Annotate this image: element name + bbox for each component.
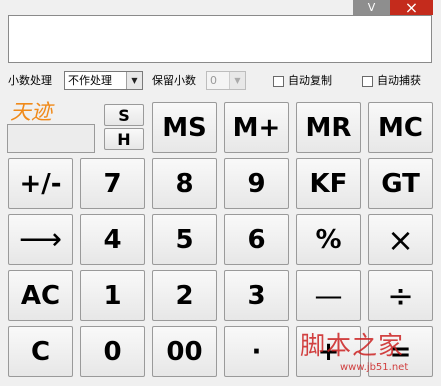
s-button[interactable]: S — [104, 104, 144, 126]
double-zero-button[interactable]: 00 — [152, 326, 217, 377]
digit-4-button[interactable]: 4 — [80, 214, 145, 265]
watermark-logo: 脚本之家 — [300, 331, 405, 360]
result-display[interactable] — [8, 15, 432, 63]
auto-copy-label: 自动复制 — [288, 74, 332, 87]
memory-clear-button[interactable]: MC — [368, 102, 433, 153]
memory-store-button[interactable]: MS — [152, 102, 217, 153]
backspace-button[interactable]: ⟶ — [8, 214, 73, 265]
grand-total-button[interactable]: GT — [368, 158, 433, 209]
keep-decimals-value: 0 — [210, 74, 217, 87]
digit-2-button[interactable]: 2 — [152, 270, 217, 321]
sign-toggle-button[interactable]: +/- — [8, 158, 73, 209]
arrow-right-icon: ⟶ — [18, 222, 62, 257]
percent-button[interactable]: % — [296, 214, 361, 265]
keep-decimals-label: 保留小数 — [152, 74, 196, 87]
minus-icon: — — [314, 279, 343, 312]
memory-display — [7, 124, 95, 153]
memory-add-button[interactable]: M+ — [224, 102, 289, 153]
memory-recall-button[interactable]: MR — [296, 102, 361, 153]
digit-7-button[interactable]: 7 — [80, 158, 145, 209]
brand-logo: 天迹 — [10, 100, 52, 124]
multiply-icon: × — [387, 220, 414, 259]
divide-icon: ÷ — [387, 276, 414, 315]
minus-button[interactable]: — — [296, 270, 361, 321]
auto-copy-checkbox[interactable] — [273, 76, 284, 87]
digit-0-button[interactable]: 0 — [80, 326, 145, 377]
decimal-mode-value: 不作处理 — [68, 74, 112, 87]
auto-capture-checkbox[interactable] — [362, 76, 373, 87]
digit-3-button[interactable]: 3 — [224, 270, 289, 321]
digit-1-button[interactable]: 1 — [80, 270, 145, 321]
digit-6-button[interactable]: 6 — [224, 214, 289, 265]
decimal-mode-select[interactable]: 不作处理 ▼ — [64, 71, 143, 90]
digit-8-button[interactable]: 8 — [152, 158, 217, 209]
digit-9-button[interactable]: 9 — [224, 158, 289, 209]
all-clear-button[interactable]: AC — [8, 270, 73, 321]
auto-capture-label: 自动捕获 — [377, 74, 421, 87]
minimize-button[interactable]: V — [353, 0, 390, 15]
decimal-point-button[interactable]: · — [224, 326, 289, 377]
close-button[interactable]: × — [390, 0, 433, 17]
minimize-icon: V — [367, 1, 376, 14]
dropdown-arrow-icon: ▼ — [126, 72, 142, 89]
clear-button[interactable]: C — [8, 326, 73, 377]
kf-button[interactable]: KF — [296, 158, 361, 209]
decimal-mode-label: 小数处理 — [8, 74, 52, 87]
dropdown-arrow-icon: ▼ — [229, 72, 245, 89]
multiply-button[interactable]: × — [368, 214, 433, 265]
digit-5-button[interactable]: 5 — [152, 214, 217, 265]
h-button[interactable]: H — [104, 128, 144, 150]
keep-decimals-select[interactable]: 0 ▼ — [206, 71, 246, 90]
watermark-url: www.jb51.net — [340, 362, 409, 373]
divide-button[interactable]: ÷ — [368, 270, 433, 321]
